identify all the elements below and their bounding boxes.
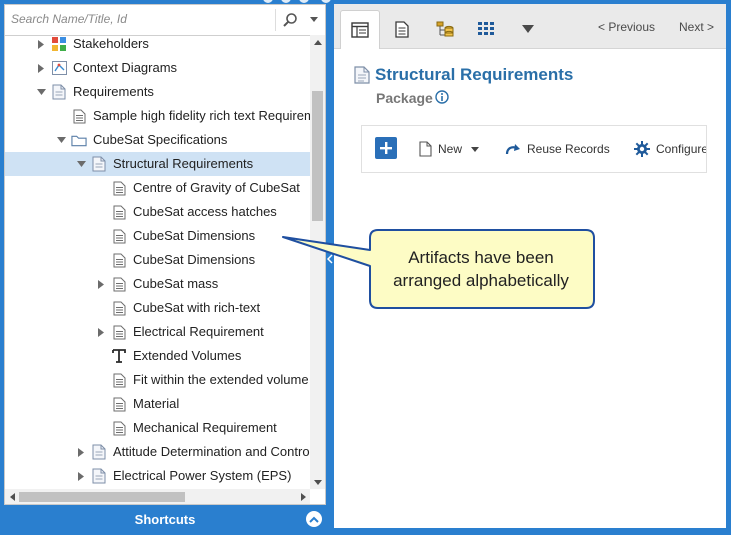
callout-line-2: arranged alphabetically	[393, 271, 569, 290]
annotation-callout	[282, 229, 595, 309]
callout-line-1: Artifacts have been	[408, 248, 554, 267]
callout-text: Artifacts have been arranged alphabetica…	[370, 230, 592, 308]
